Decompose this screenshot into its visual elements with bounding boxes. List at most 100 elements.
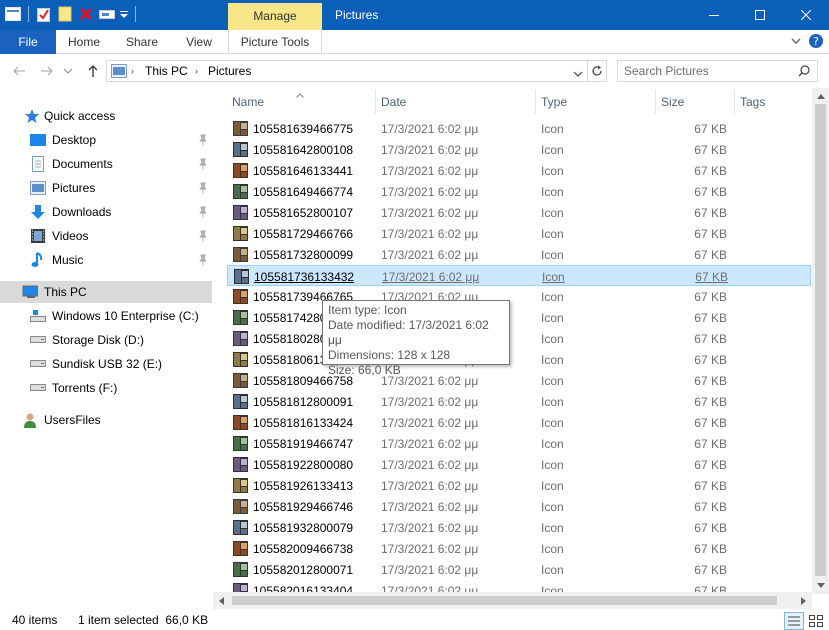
file-row[interactable]: 105581649466774 17/3/2021 6:02 μμ Icon 67 K… — [227, 181, 811, 202]
refresh-button[interactable] — [588, 60, 607, 82]
nav-users-files[interactable]: UsersFiles — [22, 409, 212, 431]
file-row[interactable]: 105582009466738 17/3/2021 6:02 μμ Icon 67 K… — [227, 538, 811, 559]
file-size: 67 KB — [694, 206, 727, 220]
file-size: 67 KB — [694, 143, 727, 157]
column-divider[interactable] — [655, 90, 656, 114]
maximize-button[interactable] — [737, 0, 783, 30]
rename-icon[interactable] — [98, 5, 116, 23]
file-row[interactable]: 105581922800080 17/3/2021 6:02 μμ Icon 67 K… — [227, 454, 811, 475]
vertical-scroll-thumb[interactable] — [815, 104, 826, 576]
file-row[interactable]: 105581809466758 17/3/2021 6:02 μμ Icon 67 K… — [227, 370, 811, 391]
up-button[interactable] — [84, 63, 102, 79]
file-row[interactable]: 105581736133432 17/3/2021 6:02 μμ Icon 67 K… — [227, 265, 811, 286]
column-header-size[interactable]: Size — [661, 88, 684, 116]
column-header-type[interactable]: Type — [541, 88, 567, 116]
file-row[interactable]: 10558180280009217/3/2021 6:02 μμIcon67 K… — [227, 328, 811, 349]
file-list[interactable]: 105581639466775 17/3/2021 6:02 μμ Icon 67 K… — [213, 118, 812, 592]
file-row[interactable]: 105581646133441 17/3/2021 6:02 μμ Icon 67 K… — [227, 160, 811, 181]
column-divider[interactable] — [375, 90, 376, 114]
file-row[interactable]: 105581926133413 17/3/2021 6:02 μμ Icon 67 K… — [227, 475, 811, 496]
tooltip-dimensions: Dimensions: 128 x 128 — [328, 348, 451, 362]
nav-this-pc[interactable]: This PC — [0, 281, 212, 303]
file-row[interactable]: 105581812800091 17/3/2021 6:02 μμ Icon 67 K… — [227, 391, 811, 412]
large-icons-view-button[interactable] — [806, 612, 826, 630]
details-view-button[interactable] — [784, 612, 804, 630]
pin-icon[interactable] — [198, 182, 208, 194]
column-header-tags[interactable]: Tags — [740, 88, 765, 116]
customize-toolbar-icon[interactable] — [119, 5, 129, 23]
file-row[interactable]: 10558180613342517/3/2021 6:02 μμIcon67 K… — [227, 349, 811, 370]
column-header-date[interactable]: Date — [381, 88, 406, 116]
close-button[interactable] — [783, 0, 829, 30]
pin-icon[interactable] — [198, 134, 208, 146]
breadcrumb-this-pc[interactable]: This PC — [145, 64, 188, 78]
file-row[interactable]: 105581639466775 17/3/2021 6:02 μμ Icon 67 K… — [227, 118, 811, 139]
nav-videos[interactable]: Videos — [30, 225, 212, 247]
file-row[interactable]: 10558174280009817/3/2021 6:02 μμIcon67 K… — [227, 307, 811, 328]
file-row[interactable]: 105581732800099 17/3/2021 6:02 μμ Icon 67 K… — [227, 244, 811, 265]
horizontal-scroll-thumb[interactable] — [232, 596, 777, 605]
search-icon[interactable] — [798, 65, 810, 80]
help-button[interactable]: ? — [808, 33, 824, 52]
file-row[interactable]: 105581919466747 17/3/2021 6:02 μμ Icon 67 K… — [227, 433, 811, 454]
file-type: Icon — [541, 542, 564, 556]
svg-text:?: ? — [813, 35, 819, 48]
recent-locations-button[interactable] — [62, 63, 74, 79]
file-row[interactable]: 105581652800107 17/3/2021 6:02 μμ Icon 67 K… — [227, 202, 811, 223]
scroll-down-button[interactable] — [812, 577, 829, 593]
scroll-up-button[interactable] — [812, 88, 829, 104]
ribbon-expand-button[interactable] — [790, 35, 802, 50]
nav-drive-d[interactable]: Storage Disk (D:) — [30, 329, 212, 351]
tab-home[interactable]: Home — [56, 30, 112, 54]
file-row[interactable]: 105582016133404 17/3/2021 6:02 μμ Icon 67 K… — [227, 580, 811, 592]
column-header-name[interactable]: Name — [232, 88, 264, 116]
window-menu-icon[interactable] — [4, 5, 22, 23]
nav-quick-access[interactable]: Quick access — [24, 105, 212, 127]
file-date: 17/3/2021 6:02 μμ — [381, 542, 479, 556]
nav-downloads[interactable]: Downloads — [30, 201, 212, 223]
tab-file[interactable]: File — [0, 30, 56, 54]
tab-manage[interactable]: Manage — [228, 3, 322, 30]
new-folder-icon[interactable] — [56, 5, 74, 23]
pin-icon[interactable] — [198, 254, 208, 266]
address-dropdown-button[interactable] — [573, 67, 583, 81]
nav-pictures[interactable]: Pictures — [30, 177, 212, 199]
file-row[interactable]: 105581816133424 17/3/2021 6:02 μμ Icon 67 K… — [227, 412, 811, 433]
drive-icon — [30, 380, 46, 396]
column-divider[interactable] — [734, 90, 735, 114]
pin-icon[interactable] — [198, 206, 208, 218]
search-box[interactable] — [617, 60, 818, 82]
file-name: 105581639466775 — [253, 122, 354, 136]
nav-drive-e[interactable]: Sundisk USB 32 (E:) — [30, 353, 212, 375]
column-divider[interactable] — [535, 90, 536, 114]
minimize-button[interactable] — [691, 0, 737, 30]
properties-icon[interactable] — [35, 5, 53, 23]
nav-drive-c[interactable]: Windows 10 Enterprise (C:) — [30, 305, 212, 327]
nav-desktop[interactable]: Desktop — [30, 129, 212, 151]
scroll-right-button[interactable] — [795, 592, 812, 609]
file-size: 67 KB — [694, 521, 727, 535]
file-row[interactable]: 105581932800079 17/3/2021 6:02 μμ Icon 67 K… — [227, 517, 811, 538]
nav-music[interactable]: Music — [30, 249, 212, 271]
file-type: Icon — [541, 395, 564, 409]
scroll-left-button[interactable] — [213, 592, 230, 609]
back-button[interactable] — [10, 63, 28, 79]
file-date: 17/3/2021 6:02 μμ — [381, 395, 479, 409]
file-row[interactable]: 105582012800071 17/3/2021 6:02 μμ Icon 67 K… — [227, 559, 811, 580]
search-input[interactable] — [624, 63, 794, 79]
tab-view[interactable]: View — [174, 30, 224, 54]
tab-picture-tools[interactable]: Picture Tools — [228, 30, 322, 54]
file-row[interactable]: 105581929466746 17/3/2021 6:02 μμ Icon 67 K… — [227, 496, 811, 517]
nav-drive-f[interactable]: Torrents (F:) — [30, 377, 212, 399]
pin-icon[interactable] — [198, 158, 208, 170]
file-row[interactable]: 105581729466766 17/3/2021 6:02 μμ Icon 67 K… — [227, 223, 811, 244]
file-row[interactable]: 105581739466765 17/3/2021 6:02 μμ Icon 67 K… — [227, 286, 811, 307]
delete-icon[interactable] — [77, 5, 95, 23]
tab-share[interactable]: Share — [116, 30, 168, 54]
forward-button[interactable] — [38, 63, 56, 79]
address-bar[interactable]: › This PC › Pictures — [106, 60, 588, 82]
nav-documents[interactable]: Documents — [30, 153, 212, 175]
pin-icon[interactable] — [198, 230, 208, 242]
file-row[interactable]: 105581642800108 17/3/2021 6:02 μμ Icon 67 K… — [227, 139, 811, 160]
breadcrumb-pictures[interactable]: Pictures — [208, 64, 251, 78]
